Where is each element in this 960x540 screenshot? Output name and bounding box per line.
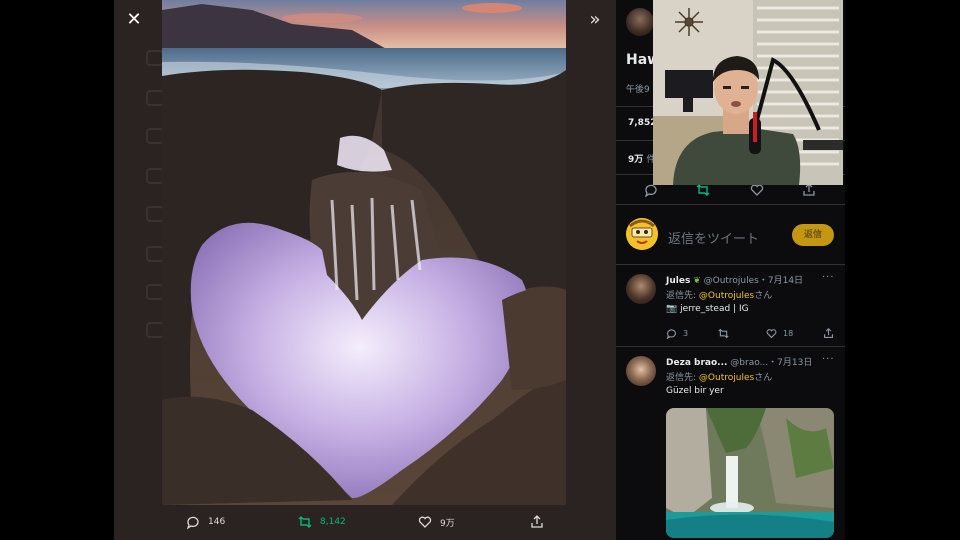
- media-photo[interactable]: [162, 0, 566, 505]
- media-action-bar: 146 8,142 9万: [162, 506, 566, 540]
- heart-icon: [766, 329, 777, 339]
- display-name[interactable]: Jules: [666, 276, 690, 286]
- waterfall-photo: [666, 408, 834, 538]
- reply-action[interactable]: 3: [666, 328, 688, 339]
- reply-count: 3: [683, 329, 689, 338]
- share-action[interactable]: [530, 515, 544, 529]
- reply-composer: 返信をツイート 返信: [616, 208, 845, 264]
- tweet-time: 午後9: [626, 85, 650, 95]
- streamer-webcam: [653, 0, 843, 185]
- close-button[interactable]: ✕: [122, 8, 146, 32]
- retweet-icon[interactable]: [696, 183, 710, 197]
- avatar[interactable]: [626, 356, 656, 386]
- expand-panel-button[interactable]: »: [582, 8, 608, 32]
- tweet-text: Güzel bir yer: [666, 386, 724, 396]
- reply-tweet[interactable]: Deza brao... @brao...・7月13日 ··· 返信先: @Ou…: [616, 346, 845, 540]
- reply-action[interactable]: 146: [186, 515, 225, 529]
- tweet-header: Deza brao... @brao...・7月13日: [666, 355, 812, 368]
- reply-to-handle[interactable]: @Outrojules: [699, 291, 754, 301]
- reply-to: 返信先: @Outrojulesさん: [666, 370, 772, 383]
- retweet-icon: [298, 516, 312, 528]
- leaf-emoji-icon: ❦: [693, 276, 701, 286]
- reply-to-suffix: さん: [754, 291, 773, 301]
- handle[interactable]: @brao...: [730, 358, 768, 368]
- avatar[interactable]: [626, 274, 656, 304]
- reply-to-handle[interactable]: @Outrojules: [699, 373, 754, 383]
- reply-tweet[interactable]: Jules ❦ @Outrojules・7月14日 ··· 返信先: @Outr…: [616, 264, 845, 346]
- retweet-icon: [718, 328, 729, 339]
- reply-to: 返信先: @Outrojulesさん: [666, 288, 772, 301]
- camera-emoji-icon: 📷: [666, 304, 678, 314]
- retweet-action[interactable]: [718, 328, 729, 339]
- reply-icon: [186, 516, 199, 529]
- like-action[interactable]: 18: [766, 328, 793, 339]
- close-icon: ✕: [126, 9, 142, 30]
- share-icon: [824, 328, 833, 338]
- retweet-count: 8,142: [320, 517, 346, 527]
- share-icon[interactable]: [802, 183, 816, 197]
- tweet-header: Jules ❦ @Outrojules・7月14日: [666, 273, 803, 286]
- heart-rock-photo: [162, 0, 566, 505]
- like-stat[interactable]: 9万 件: [628, 152, 655, 165]
- handle[interactable]: @Outrojules: [704, 276, 759, 286]
- cartoon-avatar-icon: [626, 218, 658, 250]
- divider: [616, 204, 845, 205]
- reply-to-label: 返信先:: [666, 373, 697, 383]
- heart-icon[interactable]: [750, 183, 764, 197]
- reply-to-label: 返信先:: [666, 291, 697, 301]
- like-count: 18: [783, 329, 794, 338]
- tweet-date: ・7月13日: [768, 358, 813, 368]
- reply-count: 146: [208, 517, 226, 527]
- author-avatar[interactable]: [626, 8, 654, 36]
- reply-icon: [666, 329, 676, 339]
- heart-icon: [418, 516, 432, 528]
- share-action[interactable]: [823, 328, 834, 339]
- like-action[interactable]: 9万: [418, 515, 455, 529]
- retweet-action[interactable]: 8,142: [298, 515, 346, 529]
- reply-icon[interactable]: [644, 183, 658, 197]
- like-stat-count: 9万: [628, 155, 644, 165]
- like-count: 9万: [440, 518, 455, 529]
- reply-to-suffix: さん: [754, 373, 773, 383]
- more-icon[interactable]: ···: [822, 272, 835, 283]
- tweet-date: ・7月14日: [758, 276, 804, 286]
- tweet-body: 📷 jerre_stead | IG: [666, 304, 749, 314]
- reply-button[interactable]: 返信: [792, 224, 834, 246]
- my-avatar: [626, 218, 658, 250]
- display-name[interactable]: Deza brao...: [666, 358, 727, 368]
- share-icon: [531, 515, 543, 528]
- webcam-overlay: [653, 0, 843, 185]
- double-chevron-right-icon: »: [589, 9, 601, 30]
- more-icon[interactable]: ···: [822, 354, 835, 365]
- tweet-text: jerre_stead | IG: [680, 304, 749, 314]
- reply-input[interactable]: 返信をツイート: [668, 228, 759, 247]
- attached-photo[interactable]: [666, 408, 834, 538]
